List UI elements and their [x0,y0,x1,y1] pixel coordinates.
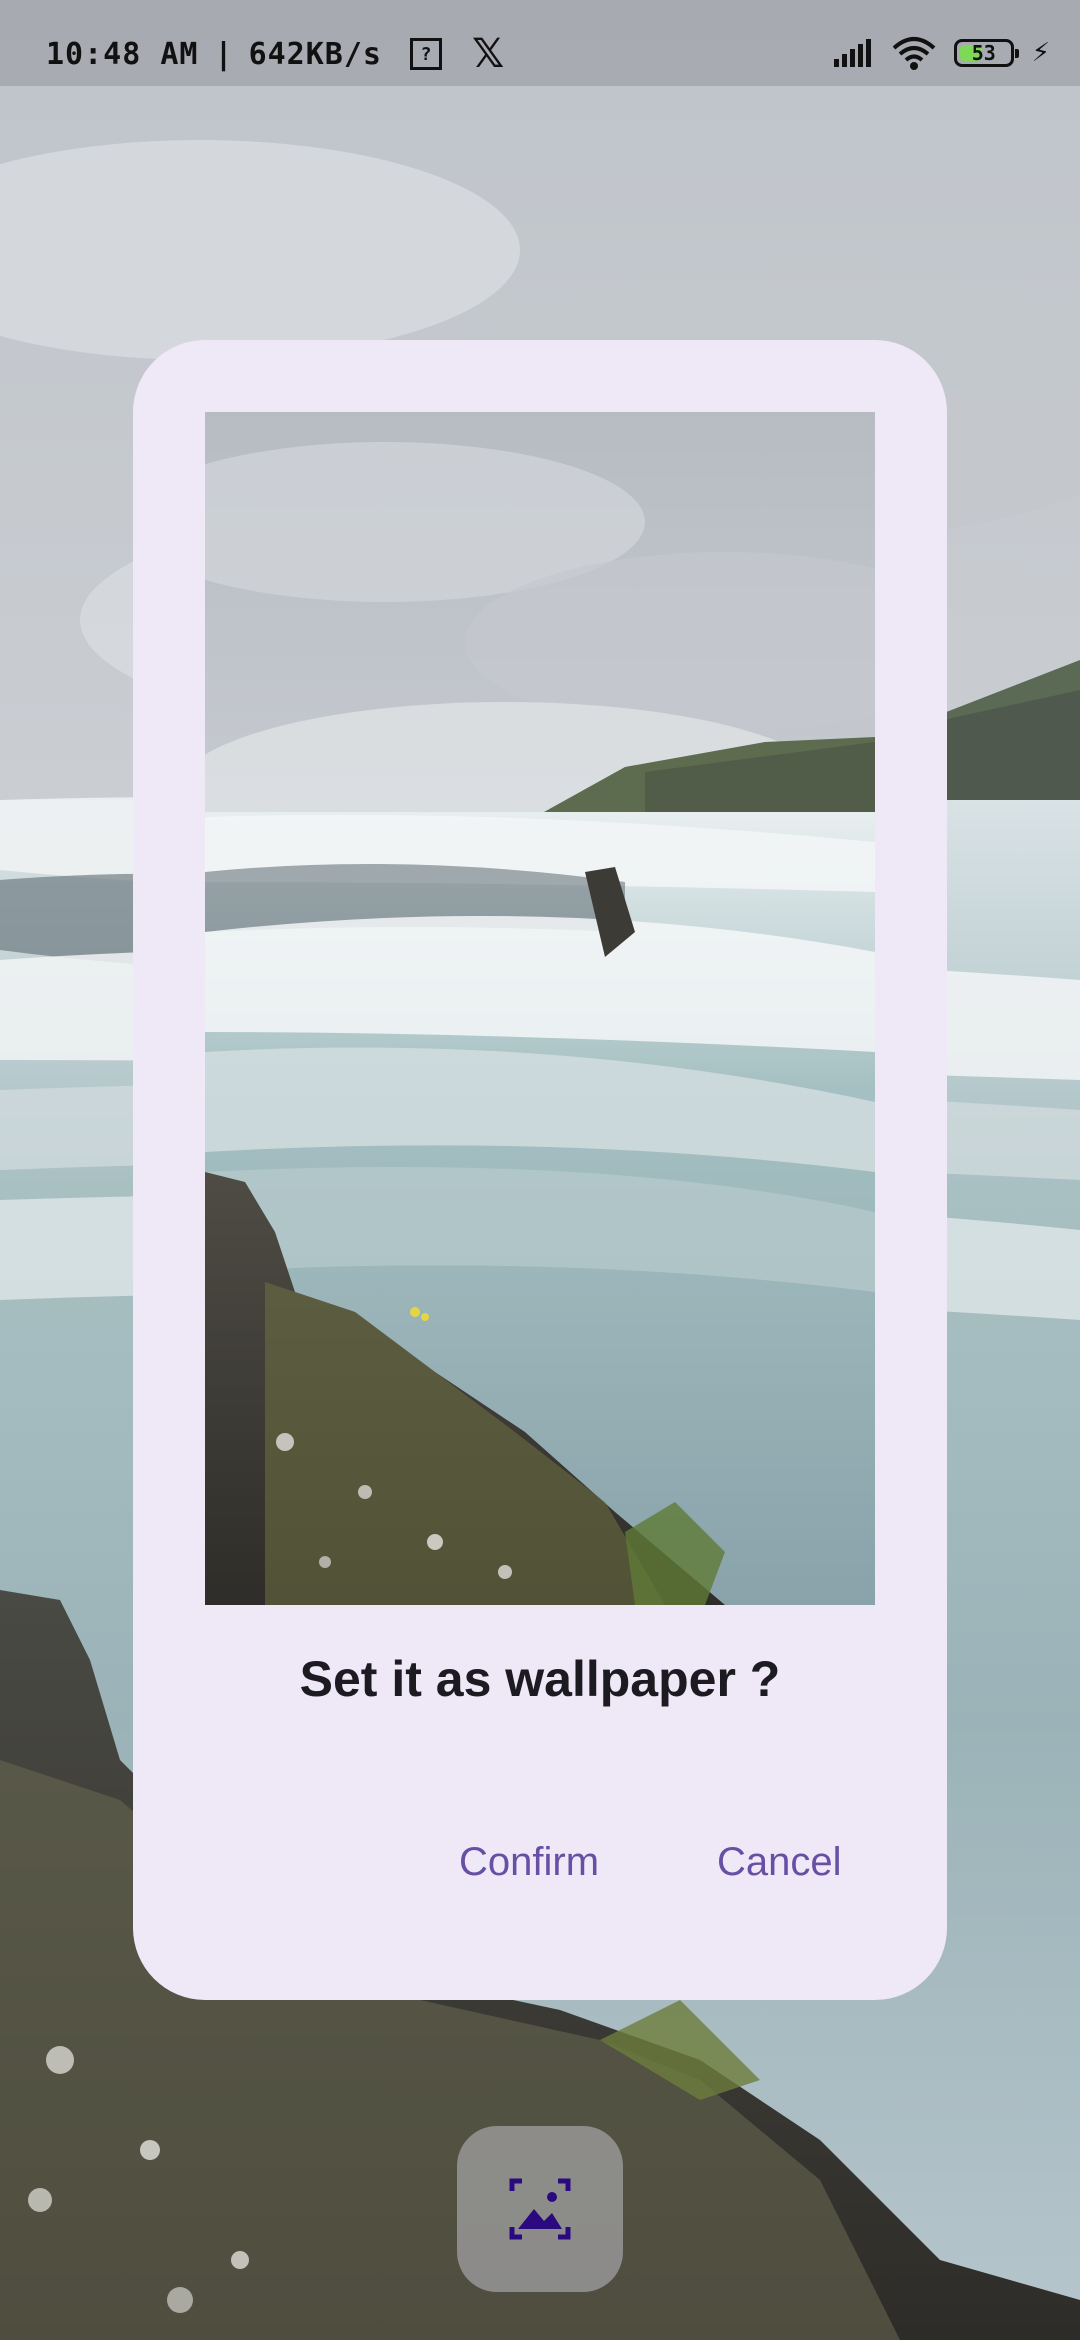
status-bar: 10:48 AM | 642KB/s ? 𝕏 53 ⚡ [0,0,1080,86]
sim-alert-icon: ? [410,38,442,70]
dialog-title: Set it as wallpaper ? [299,1651,781,1707]
wifi-icon [892,37,936,70]
wallpaper-image-icon [509,2178,571,2240]
waterfall-preview-graphic [205,412,875,1605]
status-right-group: 53 ⚡ [833,36,1050,70]
status-separator: | [214,36,233,72]
wallpaper-preview-image [205,412,875,1605]
x-logo-icon: 𝕏 [472,31,505,77]
status-time: 10:48 AM [46,36,199,72]
confirm-button[interactable]: Confirm [443,1830,615,1895]
battery-icon: 53 [953,39,1019,67]
cancel-button[interactable]: Cancel [701,1830,858,1895]
wallpaper-screen: 10:48 AM | 642KB/s ? 𝕏 53 ⚡ Set it as wa… [0,0,1080,2340]
charging-bolt-icon: ⚡ [1031,38,1050,68]
set-wallpaper-button[interactable] [457,2126,623,2292]
cellular-signal-icon [833,39,871,67]
network-speed: 642KB/s [248,36,382,72]
status-left-group: 10:48 AM | 642KB/s ? 𝕏 [46,34,504,74]
set-wallpaper-dialog: Set it as wallpaper ? Confirm Cancel [133,340,947,2000]
battery-level: 53 [971,41,996,65]
